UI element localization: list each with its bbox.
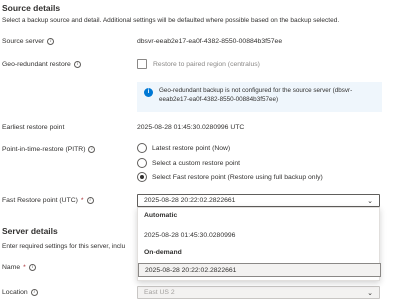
fast-restore-label-text: Fast Restore point (UTC) [2,197,78,204]
pitr-option-label: Select a custom restore point [152,159,241,167]
source-server-label-text: Source server [2,38,45,45]
earliest-restore-label-text: Earliest restore point [2,124,65,131]
fast-restore-selected-value: 2025-08-28 20:22:02.2822661 [144,197,236,204]
fast-restore-select[interactable]: 2025-08-28 20:22:02.2822661 ⌄ [137,194,380,207]
info-icon[interactable]: i [28,264,36,271]
pitr-label-text: Point-in-time-restore (PITR) [2,146,86,153]
source-details-title: Source details [2,3,61,13]
info-circle-icon: i [144,88,153,97]
pitr-option-latest[interactable]: Latest restore point (Now) [137,143,230,153]
pitr-option-label: Select Fast restore point (Restore using… [152,173,323,181]
radio-button[interactable] [137,158,147,168]
pitr-option-custom[interactable]: Select a custom restore point [137,158,240,168]
info-icon[interactable]: i [86,197,94,204]
geo-restore-checkbox-label: Restore to paired region (centralus) [153,60,260,68]
info-icon[interactable]: i [88,146,96,153]
geo-backup-info-banner: i Geo-redundant backup is not configured… [137,82,382,112]
geo-restore-label: Geo-redundant restore i [2,61,81,68]
chevron-down-icon: ⌄ [367,289,373,297]
dropdown-option-selected[interactable]: 2025-08-28 20:22:02.2822661 [138,263,381,277]
name-label: Name * i [2,264,36,271]
pitr-option-label: Latest restore point (Now) [152,144,231,152]
server-details-title: Server details [2,226,58,236]
server-details-description: Enter required settings for this server,… [2,243,126,250]
pitr-label: Point-in-time-restore (PITR) i [2,146,96,153]
fast-restore-dropdown: Automatic 2025-08-28 01:45:30.0280996 On… [137,207,381,281]
dropdown-option[interactable]: 2025-08-28 01:45:30.0280996 [138,228,381,242]
radio-button-selected[interactable] [137,172,147,182]
geo-restore-checkbox[interactable] [137,59,147,69]
info-banner-text: Geo-redundant backup is not configured f… [159,87,353,103]
chevron-down-icon: ⌄ [367,197,373,205]
info-icon[interactable]: i [47,38,55,45]
fast-restore-label: Fast Restore point (UTC) * i [2,197,94,204]
earliest-restore-label: Earliest restore point [2,124,64,131]
radio-button[interactable] [137,143,147,153]
earliest-restore-value: 2025-08-28 01:45:30.0280996 UTC [137,124,245,131]
restore-page: Source details Select a backup source an… [0,0,400,303]
dropdown-group-header-on-demand: On-demand [144,249,182,256]
source-server-value: dbsvr-eeab2e17-ea0f-4382-8550-00884b3f57… [137,38,283,45]
source-server-label: Source server i [2,38,55,45]
info-icon[interactable]: i [30,289,38,296]
pitr-option-fast[interactable]: Select Fast restore point (Restore using… [137,172,323,182]
geo-restore-label-text: Geo-redundant restore [2,61,71,68]
geo-restore-checkbox-row: Restore to paired region (centralus) [137,59,260,69]
info-icon[interactable]: i [73,61,81,68]
name-label-text: Name [2,264,21,271]
source-details-description: Select a backup source and detail. Addit… [2,17,340,24]
location-label-text: Location [2,289,28,296]
location-value: East US 2 [144,289,175,296]
dropdown-group-header-automatic: Automatic [144,212,178,219]
location-select: East US 2 ⌄ [137,286,380,299]
required-marker: * [80,197,84,204]
location-label: Location i [2,289,38,296]
required-marker: * [23,264,26,271]
